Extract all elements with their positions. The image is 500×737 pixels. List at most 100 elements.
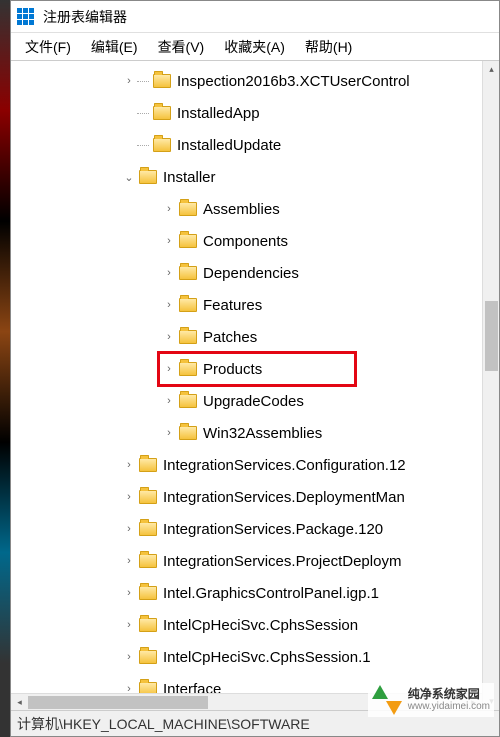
tree-node[interactable]: › IntelCpHeciSvc.CphsSession.1 <box>11 641 499 673</box>
chevron-right-icon[interactable]: › <box>121 457 137 473</box>
tree-node[interactable]: InstalledUpdate <box>11 129 499 161</box>
folder-icon <box>139 490 157 504</box>
desktop-background-strip <box>0 0 10 737</box>
vertical-scrollbar[interactable]: ▴ ▾ <box>482 61 499 710</box>
horizontal-scroll-thumb[interactable] <box>28 696 208 709</box>
folder-icon <box>153 138 171 152</box>
expander-empty <box>121 105 137 121</box>
tree-node[interactable]: › Win32Assemblies <box>11 417 499 449</box>
chevron-right-icon[interactable]: › <box>161 393 177 409</box>
folder-icon <box>139 522 157 536</box>
folder-icon <box>179 426 197 440</box>
tree-node[interactable]: › UpgradeCodes <box>11 385 499 417</box>
folder-icon <box>139 618 157 632</box>
watermark-name: 纯净系统家园 <box>408 687 490 701</box>
folder-icon <box>139 586 157 600</box>
window-title: 注册表编辑器 <box>43 7 127 27</box>
chevron-right-icon[interactable]: › <box>161 201 177 217</box>
tree-node-label: IntegrationServices.Package.120 <box>163 521 383 538</box>
tree-connector <box>137 113 149 114</box>
watermark-logo-icon <box>372 685 402 715</box>
scroll-up-arrow[interactable]: ▴ <box>483 61 499 78</box>
tree-node[interactable]: › IntegrationServices.DeploymentMan <box>11 481 499 513</box>
folder-icon <box>139 650 157 664</box>
folder-icon <box>139 554 157 568</box>
tree-node[interactable]: › IntelCpHeciSvc.CphsSession <box>11 609 499 641</box>
chevron-right-icon[interactable]: › <box>121 617 137 633</box>
tree-node[interactable]: › IntegrationServices.ProjectDeploym <box>11 545 499 577</box>
tree-node-label: IntelCpHeciSvc.CphsSession.1 <box>163 649 371 666</box>
chevron-right-icon[interactable]: › <box>161 329 177 345</box>
tree-connector <box>137 81 149 82</box>
tree-node-label: IntegrationServices.ProjectDeploym <box>163 553 401 570</box>
chevron-right-icon[interactable]: › <box>121 73 137 89</box>
tree-node-label: InstalledUpdate <box>177 137 281 154</box>
tree-node[interactable]: › Assemblies <box>11 193 499 225</box>
watermark: 纯净系统家园 www.yidaimei.com <box>368 683 494 717</box>
tree-node-label: Assemblies <box>203 201 280 218</box>
chevron-down-icon[interactable]: ⌄ <box>121 169 137 185</box>
tree-node[interactable]: › IntegrationServices.Configuration.12 <box>11 449 499 481</box>
folder-icon <box>179 394 197 408</box>
expander-empty <box>121 137 137 153</box>
tree-node-label: IntegrationServices.DeploymentMan <box>163 489 405 506</box>
chevron-right-icon[interactable]: › <box>161 361 177 377</box>
folder-icon <box>153 106 171 120</box>
watermark-text: 纯净系统家园 www.yidaimei.com <box>408 687 490 713</box>
menu-edit[interactable]: 编辑(E) <box>81 34 148 60</box>
tree-pane[interactable]: › Inspection2016b3.XCTUserControl Installe… <box>11 61 499 710</box>
tree-node[interactable]: › Components <box>11 225 499 257</box>
tree-node[interactable]: InstalledApp <box>11 97 499 129</box>
folder-icon <box>179 298 197 312</box>
tree-node-label: Installer <box>163 169 216 186</box>
tree-node[interactable]: ⌄ Installer <box>11 161 499 193</box>
folder-icon <box>179 234 197 248</box>
regedit-window: 注册表编辑器 文件(F) 编辑(E) 查看(V) 收藏夹(A) 帮助(H) ›I… <box>10 0 500 737</box>
menu-file[interactable]: 文件(F) <box>15 34 81 60</box>
menubar: 文件(F) 编辑(E) 查看(V) 收藏夹(A) 帮助(H) <box>11 33 499 61</box>
tree-node-label: Inspection2016b3.XCTUserControl <box>177 73 410 90</box>
tree-node[interactable]: › Products <box>11 353 499 385</box>
tree-node-label: UpgradeCodes <box>203 393 304 410</box>
folder-icon <box>139 170 157 184</box>
tree-node-label: Features <box>203 297 262 314</box>
tree-node[interactable]: › Patches <box>11 321 499 353</box>
tree-node-label: InstalledApp <box>177 105 260 122</box>
chevron-right-icon[interactable]: › <box>121 553 137 569</box>
tree-node-label: Components <box>203 233 288 250</box>
tree-node[interactable]: › Inspection2016b3.XCTUserControl <box>11 65 499 97</box>
chevron-right-icon[interactable]: › <box>121 489 137 505</box>
tree-node[interactable]: ›Intel.GraphicsControlPanel.igp.1 <box>11 577 499 609</box>
chevron-right-icon[interactable]: › <box>121 649 137 665</box>
folder-icon <box>179 266 197 280</box>
tree-node-label: Products <box>203 361 262 378</box>
folder-icon <box>179 202 197 216</box>
tree-node-label: IntegrationServices.Configuration.12 <box>163 457 406 474</box>
chevron-right-icon[interactable]: › <box>161 425 177 441</box>
tree-node-label: Win32Assemblies <box>203 425 322 442</box>
folder-icon <box>179 362 197 376</box>
vertical-scroll-thumb[interactable] <box>485 301 498 371</box>
menu-view[interactable]: 查看(V) <box>148 34 215 60</box>
registry-tree: › Inspection2016b3.XCTUserControl Installe… <box>11 61 499 710</box>
tree-connector <box>137 145 149 146</box>
chevron-right-icon[interactable]: › <box>161 297 177 313</box>
chevron-right-icon[interactable]: › <box>121 585 137 601</box>
status-path: 计算机\HKEY_LOCAL_MACHINE\SOFTWARE <box>17 714 310 734</box>
tree-node[interactable]: › IntegrationServices.Package.120 <box>11 513 499 545</box>
titlebar[interactable]: 注册表编辑器 <box>11 1 499 33</box>
tree-node-label: Patches <box>203 329 257 346</box>
chevron-right-icon[interactable]: › <box>161 233 177 249</box>
tree-node-label: Dependencies <box>203 265 299 282</box>
chevron-right-icon[interactable]: › <box>121 521 137 537</box>
tree-node[interactable]: › Features <box>11 289 499 321</box>
chevron-right-icon[interactable]: › <box>161 265 177 281</box>
menu-favorites[interactable]: 收藏夹(A) <box>214 34 295 60</box>
menu-help[interactable]: 帮助(H) <box>295 34 362 60</box>
tree-node-label: IntelCpHeciSvc.CphsSession <box>163 617 358 634</box>
scroll-left-arrow[interactable]: ◂ <box>11 694 28 711</box>
folder-icon <box>139 458 157 472</box>
folder-icon <box>179 330 197 344</box>
tree-node[interactable]: › Dependencies <box>11 257 499 289</box>
watermark-url: www.yidaimei.com <box>408 701 490 713</box>
